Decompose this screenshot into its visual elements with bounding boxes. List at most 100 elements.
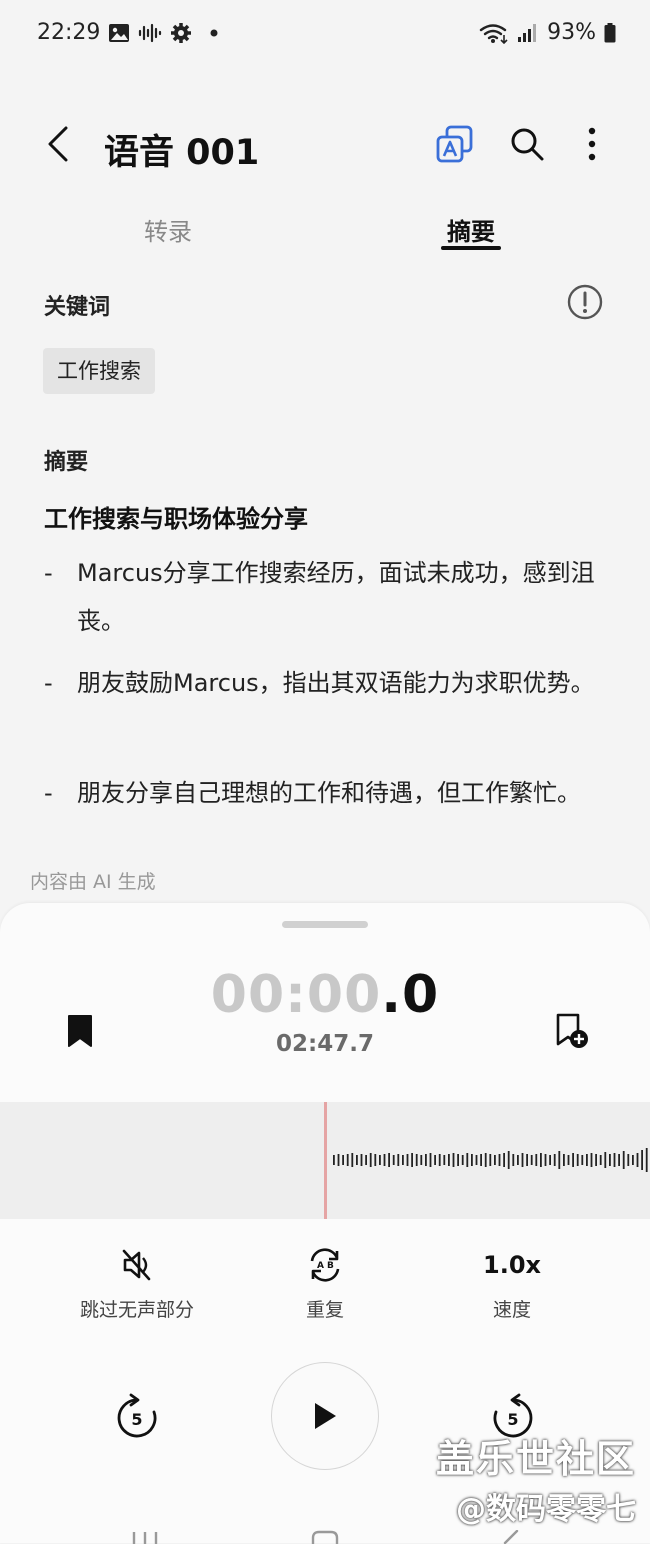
page-title: 语音 001	[104, 133, 260, 173]
skip-silence-label: 跳过无声部分	[79, 1299, 194, 1321]
waveform-bar	[452, 1153, 455, 1167]
speed-button[interactable]: 1.0x 速度	[472, 1243, 552, 1322]
waveform-bar	[572, 1153, 574, 1167]
play-button[interactable]	[271, 1362, 379, 1470]
rewind-button[interactable]: 5	[110, 1390, 164, 1444]
waveform-bar	[595, 1154, 597, 1166]
voice-icon	[138, 23, 162, 43]
waveform-bars	[333, 1148, 648, 1172]
waveform-bar	[438, 1154, 441, 1166]
waveform-bar	[457, 1154, 459, 1166]
waveform-bar	[535, 1154, 538, 1166]
waveform-bar	[374, 1154, 377, 1166]
waveform-bar	[618, 1154, 620, 1166]
waveform-bar	[392, 1155, 395, 1165]
waveform-bar	[415, 1154, 418, 1166]
elapsed-time-fraction: .0	[381, 965, 440, 1025]
waveform-bar	[632, 1155, 634, 1165]
skip-silence-icon	[122, 1249, 151, 1281]
drag-handle[interactable]	[282, 921, 368, 928]
waveform-bar	[360, 1154, 363, 1166]
waveform-bar	[388, 1153, 390, 1167]
add-bookmark-icon	[556, 1013, 588, 1048]
waveform-bar	[402, 1155, 404, 1165]
repeat-button[interactable]: AB 重复	[285, 1243, 365, 1322]
waveform-bar	[576, 1154, 579, 1166]
info-icon	[567, 284, 603, 320]
waveform-bar	[609, 1154, 611, 1166]
waveform-bar	[443, 1155, 446, 1165]
waveform[interactable]	[0, 1102, 650, 1219]
summary-label: 摘要	[44, 450, 89, 475]
waveform-bar	[586, 1154, 588, 1166]
playhead[interactable]	[324, 1102, 327, 1219]
waveform-bar	[567, 1155, 570, 1165]
waveform-bar	[434, 1155, 436, 1165]
repeat-ab-icon: AB	[310, 1248, 340, 1282]
waveform-bar	[356, 1155, 358, 1165]
waveform-bar	[429, 1153, 432, 1167]
bullet-dash: -	[44, 559, 53, 587]
elapsed-time-main: 00:00	[210, 965, 382, 1025]
recent-apps-icon[interactable]	[130, 1530, 160, 1544]
waveform-bar	[636, 1153, 639, 1167]
home-icon[interactable]	[310, 1530, 340, 1544]
waveform-bar	[489, 1154, 492, 1166]
waveform-bar	[544, 1154, 547, 1166]
waveform-bar	[466, 1153, 469, 1167]
waveform-bar	[526, 1154, 528, 1166]
search-button[interactable]	[503, 120, 551, 168]
back-button[interactable]	[40, 122, 76, 166]
waveform-bar	[512, 1154, 515, 1166]
search-icon	[511, 128, 544, 161]
skip-silence-button[interactable]: 跳过无声部分	[66, 1243, 208, 1322]
waveform-bar	[475, 1155, 478, 1165]
waveform-bar	[379, 1155, 381, 1165]
image-icon	[109, 24, 129, 42]
waveform-bar	[471, 1154, 473, 1166]
speed-value: 1.0x	[483, 1251, 541, 1279]
waveform-bar	[581, 1155, 584, 1165]
waveform-bar	[549, 1155, 551, 1165]
summary-bullet: - 朋友分享自己理想的工作和待遇，但工作繁忙。	[44, 769, 604, 817]
waveform-bar	[613, 1153, 616, 1167]
settings-icon	[171, 23, 191, 43]
keywords-label: 关键词	[44, 295, 111, 320]
bullet-dash: -	[44, 669, 53, 697]
play-icon	[315, 1403, 336, 1429]
waveform-bar	[365, 1155, 367, 1165]
waveform-bar	[383, 1154, 386, 1166]
waveform-bar	[333, 1155, 335, 1165]
more-icon	[588, 127, 596, 161]
waveform-bar	[411, 1153, 413, 1167]
tab-summary[interactable]: 摘要	[420, 212, 522, 247]
app-bar: 语音 001	[0, 108, 650, 184]
tab-bar: 转录 摘要	[0, 204, 650, 264]
waveform-bar	[337, 1154, 340, 1166]
waveform-bar	[420, 1155, 423, 1165]
waveform-bar	[494, 1155, 496, 1165]
watermark-author: @数码零零七	[456, 1492, 636, 1527]
summary-bullet: - Marcus分享工作搜索经历，面试未成功，感到沮丧。	[44, 549, 604, 645]
rewind-5-icon: 5	[117, 1393, 157, 1438]
summary-heading: 工作搜索与职场体验分享	[44, 505, 308, 533]
waveform-bar	[540, 1153, 542, 1167]
translate-button[interactable]	[431, 120, 479, 168]
info-button[interactable]	[566, 283, 604, 321]
waveform-bar	[503, 1153, 505, 1167]
waveform-bar	[563, 1154, 565, 1166]
waveform-bar	[480, 1154, 482, 1166]
bullet-dash: -	[44, 779, 53, 807]
active-tab-indicator	[441, 246, 501, 250]
waveform-bar	[604, 1152, 607, 1168]
keyword-chip[interactable]: 工作搜索	[43, 348, 155, 394]
more-options-button[interactable]	[568, 120, 616, 168]
waveform-bar	[425, 1154, 427, 1166]
tab-transcript[interactable]: 转录	[120, 212, 216, 247]
waveform-bar	[461, 1155, 464, 1165]
waveform-bar	[517, 1155, 519, 1165]
bullet-text: Marcus分享工作搜索经历，面试未成功，感到沮丧。	[77, 559, 595, 635]
add-bookmark-button[interactable]	[548, 1007, 596, 1055]
waveform-bar	[627, 1154, 630, 1166]
back-nav-icon[interactable]	[497, 1530, 521, 1544]
